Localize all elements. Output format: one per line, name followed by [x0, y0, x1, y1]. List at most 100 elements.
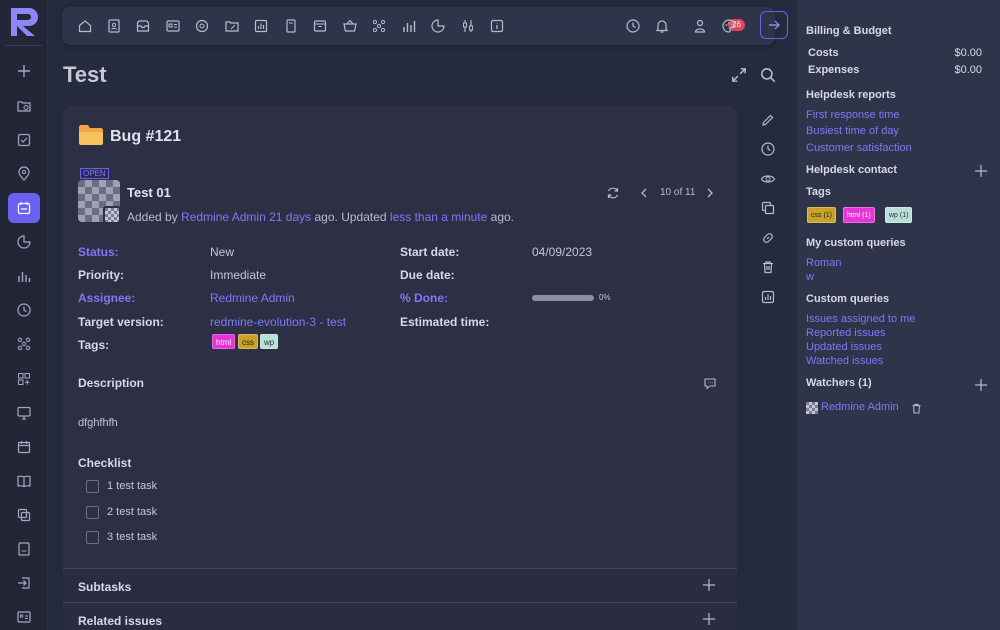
report-link[interactable]: Busiest time of day	[806, 125, 899, 137]
add-watcher-icon[interactable]	[975, 379, 987, 391]
contacts-icon[interactable]	[105, 17, 123, 35]
author-link[interactable]: Redmine Admin	[181, 210, 266, 224]
bell-icon[interactable]	[653, 17, 671, 35]
archive-icon[interactable]	[134, 17, 152, 35]
id-card-icon[interactable]	[164, 17, 182, 35]
costs-value: $0.00	[954, 47, 982, 59]
inbox-icon[interactable]	[311, 17, 329, 35]
tag-css[interactable]: css	[238, 334, 258, 349]
tag-wp[interactable]: wp	[260, 334, 279, 349]
watchers-title: Watchers (1)	[806, 377, 872, 389]
home-icon[interactable]	[76, 17, 94, 35]
issue-subject: Test 01	[127, 185, 171, 200]
checkbox[interactable]	[86, 505, 99, 519]
related-issues-section[interactable]: Related issues	[63, 602, 737, 630]
copy-icon[interactable]	[760, 200, 776, 216]
target-icon[interactable]	[193, 17, 211, 35]
checklist-item[interactable]: 1 test task	[86, 478, 157, 494]
notebook-icon[interactable]	[282, 17, 300, 35]
watcher-link[interactable]: Redmine Admin	[821, 401, 899, 413]
report-link[interactable]: First response time	[806, 109, 900, 121]
expenses-value: $0.00	[954, 64, 982, 76]
chart-icon[interactable]	[252, 17, 270, 35]
monitor-icon[interactable]	[8, 398, 40, 428]
custom-queries-title: Custom queries	[806, 293, 890, 305]
folder-icon	[79, 125, 103, 145]
my-queries-title: My custom queries	[806, 237, 906, 249]
checklist-item-label: 2 test task	[107, 506, 158, 518]
collapse-sidebar-button[interactable]	[760, 11, 788, 39]
add-subtask-icon[interactable]	[703, 579, 715, 591]
tags-title: Tags	[806, 186, 831, 198]
app-logo[interactable]	[9, 6, 41, 38]
network-icon[interactable]	[370, 17, 388, 35]
folder-export-icon[interactable]	[223, 17, 241, 35]
document-icon[interactable]	[8, 534, 40, 564]
pie-icon[interactable]	[429, 17, 447, 35]
checkbox[interactable]	[86, 530, 99, 544]
query-link[interactable]: Updated issues	[806, 341, 882, 353]
expand-icon[interactable]	[730, 66, 748, 84]
remove-watcher-icon[interactable]	[910, 402, 923, 415]
target-version-link[interactable]: redmine-evolution-3 - test	[210, 315, 346, 329]
add-contact-icon[interactable]	[975, 165, 987, 177]
user-icon[interactable]	[691, 17, 709, 35]
network-icon[interactable]	[8, 329, 40, 359]
checklist-item[interactable]: 2 test task	[86, 504, 157, 520]
report-icon[interactable]	[760, 289, 776, 305]
search-folder-icon[interactable]	[8, 91, 40, 121]
added-ago-link[interactable]: 21 days	[269, 210, 311, 224]
checkbox[interactable]	[86, 479, 99, 493]
report-link[interactable]: Customer satisfaction	[806, 142, 912, 154]
chevron-right-icon[interactable]	[703, 186, 717, 200]
helpdesk-reports-title: Helpdesk reports	[806, 89, 896, 101]
time-icon[interactable]	[8, 295, 40, 325]
subtasks-section[interactable]: Subtasks	[63, 568, 737, 602]
import-icon[interactable]	[8, 568, 40, 598]
refresh-icon[interactable]	[606, 186, 620, 200]
edit-icon[interactable]	[760, 112, 776, 128]
checklist-item[interactable]: 3 test task	[86, 529, 157, 545]
calendar-icon[interactable]	[8, 432, 40, 462]
bars-icon[interactable]	[400, 17, 418, 35]
due-date-label: Due date:	[400, 268, 455, 282]
location-icon[interactable]	[8, 159, 40, 189]
quote-icon[interactable]	[703, 376, 717, 390]
tasks-icon[interactable]	[8, 125, 40, 155]
tag-html[interactable]: html	[212, 334, 236, 349]
bar-chart-icon[interactable]	[8, 261, 40, 291]
sidebar-tag-html[interactable]: html (1)	[843, 207, 875, 223]
search-icon[interactable]	[759, 66, 777, 84]
meta-suffix: ago.	[490, 210, 514, 224]
sliders-icon[interactable]	[459, 17, 477, 35]
info-icon[interactable]	[488, 17, 506, 35]
basket-icon[interactable]	[341, 17, 359, 35]
copy-icon[interactable]	[8, 500, 40, 530]
book-icon[interactable]	[8, 466, 40, 496]
watch-icon[interactable]	[760, 171, 776, 187]
helpdesk-contact-title: Helpdesk contact	[806, 164, 898, 176]
query-link[interactable]: w	[806, 271, 814, 283]
new-icon[interactable]	[8, 56, 40, 86]
query-link[interactable]: Reported issues	[806, 327, 886, 339]
palette-icon[interactable]	[720, 17, 738, 35]
pie-chart-icon[interactable]	[8, 227, 40, 257]
chevron-left-icon[interactable]	[637, 186, 651, 200]
sidebar-tag-css[interactable]: css (1)	[807, 207, 836, 223]
clock-icon[interactable]	[624, 17, 642, 35]
trash-icon[interactable]	[760, 259, 776, 275]
link-icon[interactable]	[760, 230, 776, 246]
checklist-item-label: 3 test task	[107, 531, 158, 543]
query-link[interactable]: Roman	[806, 257, 841, 269]
assignee-link[interactable]: Redmine Admin	[210, 291, 295, 305]
query-link[interactable]: Issues assigned to me	[806, 313, 915, 325]
sidebar-tag-wp[interactable]: wp (1)	[885, 207, 913, 223]
issues-icon[interactable]	[8, 193, 40, 223]
query-link[interactable]: Watched issues	[806, 355, 883, 367]
updated-ago-link[interactable]: less than a minute	[390, 210, 487, 224]
costs-label: Costs	[808, 47, 839, 59]
log-time-icon[interactable]	[760, 141, 776, 157]
id-card-icon[interactable]	[8, 602, 40, 630]
add-related-issue-icon[interactable]	[703, 613, 715, 625]
apps-add-icon[interactable]	[8, 364, 40, 394]
